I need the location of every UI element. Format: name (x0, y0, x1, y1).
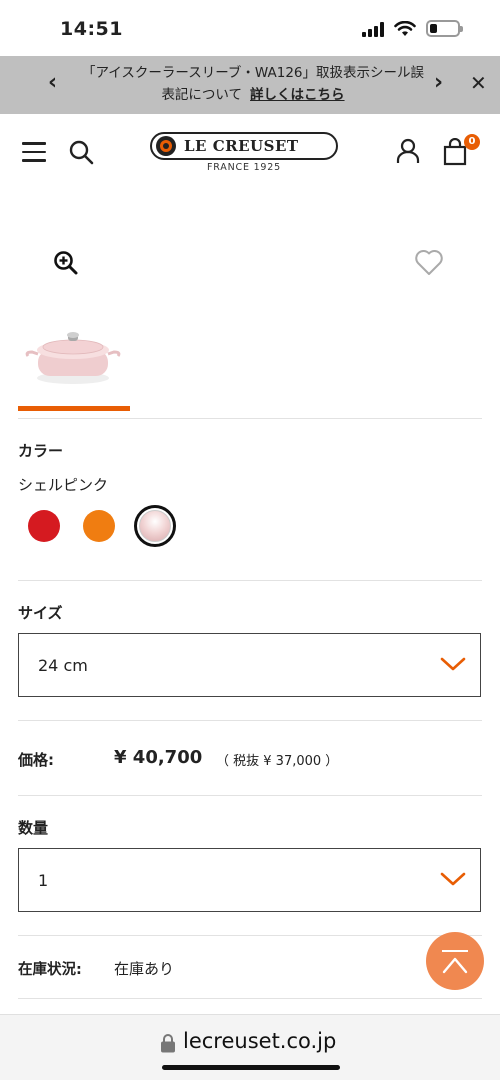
brand-mark-icon (156, 136, 176, 156)
wifi-icon (394, 20, 416, 36)
thumbnail-selected-indicator (18, 406, 130, 411)
search-icon[interactable] (68, 139, 94, 165)
quantity-select[interactable]: 1 (18, 848, 481, 912)
home-indicator[interactable] (162, 1065, 340, 1070)
divider (18, 580, 482, 581)
brand-logo[interactable]: LE CREUSET (150, 132, 338, 160)
divider (18, 720, 482, 721)
size-select[interactable]: 24 cm (18, 633, 481, 697)
brand-name: LE CREUSET (184, 137, 299, 155)
brand-subtitle: FRANCE 1925 (207, 162, 281, 173)
status-time: 14:51 (60, 18, 123, 40)
zoom-in-icon[interactable] (53, 250, 79, 276)
site-header: LE CREUSET FRANCE 1925 0 (0, 114, 500, 190)
cellular-signal-icon (362, 21, 384, 37)
price-tax-excluded: （ 税抜 ¥ 37,000 ） (216, 754, 339, 769)
divider (18, 795, 482, 796)
banner-message: 「アイスクーラースリーブ・WA126」取扱表示シール誤表記について 詳しくはこちら (78, 62, 428, 106)
price-value: ¥ 40,700 (114, 747, 203, 768)
close-icon[interactable]: ✕ (470, 71, 487, 95)
divider (18, 418, 482, 419)
status-bar: 14:51 (0, 0, 500, 56)
product-thumbnail[interactable] (22, 326, 124, 386)
cart-count-badge: 0 (464, 134, 480, 150)
chevron-down-icon (440, 657, 466, 671)
quantity-select-value: 1 (38, 871, 49, 890)
back-to-top-button[interactable] (426, 932, 484, 990)
color-label: カラー (18, 442, 64, 460)
color-swatch-red[interactable] (28, 510, 60, 542)
size-select-value: 24 cm (38, 656, 88, 675)
lock-icon (161, 1034, 175, 1053)
banner-details-link[interactable]: 詳しくはこちら (250, 87, 345, 103)
price-label: 価格: (18, 751, 54, 769)
chevron-up-icon (442, 957, 468, 974)
battery-icon (426, 20, 463, 37)
color-swatch-shell-pink[interactable] (139, 510, 171, 542)
divider (18, 998, 482, 999)
battery-level (430, 24, 437, 33)
stock-label: 在庫状況: (18, 962, 82, 978)
url-text: lecreuset.co.jp (183, 1029, 337, 1053)
announcement-banner: ‹ 「アイスクーラースリーブ・WA126」取扱表示シール誤表記について 詳しくはこ… (0, 56, 500, 114)
quantity-label: 数量 (18, 819, 49, 837)
menu-icon[interactable] (22, 142, 46, 162)
status-icons (362, 20, 463, 37)
account-icon[interactable] (396, 138, 420, 164)
chevron-right-icon[interactable]: › (434, 70, 443, 95)
chevron-left-icon[interactable]: ‹ (48, 70, 57, 95)
stock-value: 在庫あり (114, 960, 175, 978)
divider (18, 935, 482, 936)
browser-url-bar[interactable]: lecreuset.co.jp (0, 1014, 500, 1080)
size-label: サイズ (18, 604, 63, 622)
chevron-down-icon (440, 872, 466, 886)
heart-icon[interactable] (414, 248, 444, 276)
color-swatch-orange[interactable] (83, 510, 115, 542)
selected-color-name: シェルピンク (18, 476, 109, 494)
